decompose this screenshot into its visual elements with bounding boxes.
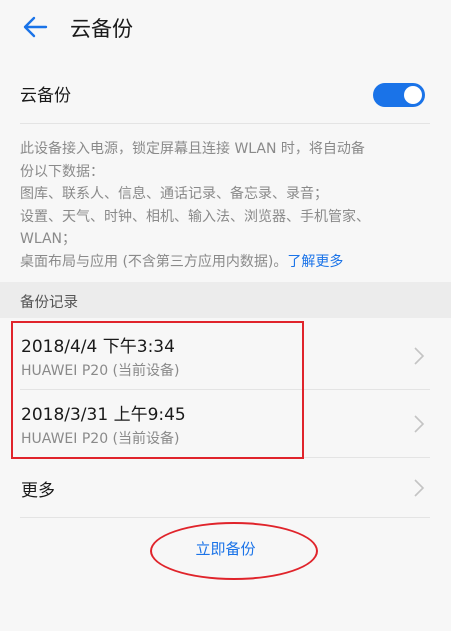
switch-knob [404,86,422,104]
chevron-right-icon [414,415,425,433]
description-line-5: WLAN； [20,231,77,247]
backup-records-section: 备份记录 [0,282,451,318]
back-button[interactable] [18,12,52,42]
app-header: 云备份 [0,0,451,56]
cloud-backup-label: 云备份 [20,86,71,106]
more-records-row[interactable]: 更多 [0,458,451,516]
arrow-left-icon [23,16,48,38]
description-line-2: 份以下数据： [20,163,104,180]
description-last-line: 桌面布局与应用 (不含第三方应用内数据)。 [20,253,288,270]
description-line-6: 桌面布局与应用 (不含第三方应用内数据)。了解更多 [20,251,432,274]
section-title: 备份记录 [20,295,78,311]
divider [20,517,430,518]
annotation-ellipse [150,522,318,580]
divider [20,123,430,124]
backup-description: 此设备接入电源，锁定屏幕且连接 WLAN 时，将自动备 份以下数据： 图库、联系… [20,138,432,273]
cloud-backup-toggle-row: 云备份 [0,62,451,122]
learn-more-link[interactable]: 了解更多 [287,254,343,270]
description-line-4: 设置、天气、时钟、相机、输入法、浏览器、手机管家、 [20,208,370,225]
annotation-rectangle [11,321,304,459]
chevron-right-icon [414,479,425,497]
cloud-backup-switch[interactable] [373,83,425,107]
chevron-right-icon [414,347,425,365]
description-line-3: 图库、联系人、信息、通话记录、备忘录、录音； [20,186,328,202]
more-label: 更多 [21,481,55,501]
page-title: 云备份 [70,17,133,41]
description-line-1: 此设备接入电源，锁定屏幕且连接 WLAN 时，将自动备 [20,141,365,157]
